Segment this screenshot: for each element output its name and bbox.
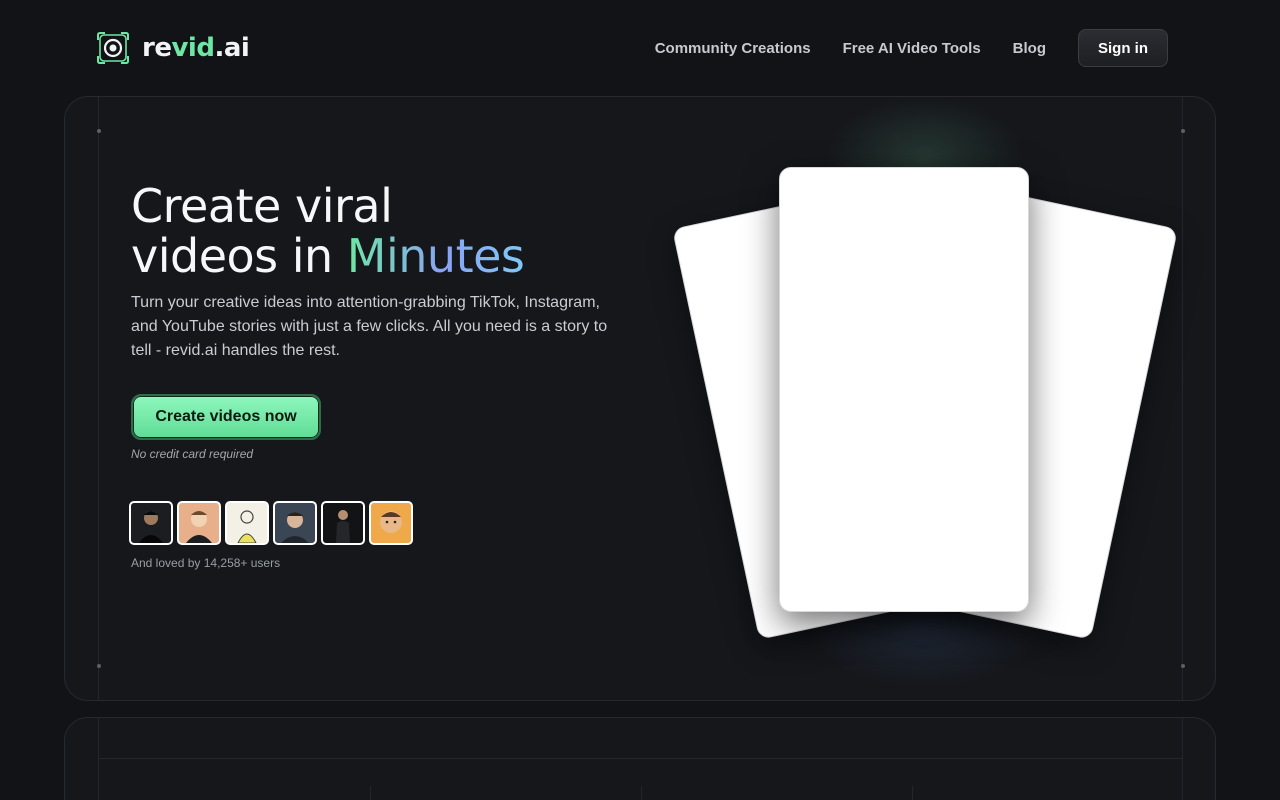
camera-eye-icon [96, 31, 130, 65]
brand-logo[interactable]: revid.ai [96, 30, 250, 66]
frame-guide-right [1182, 718, 1183, 800]
section-divider [98, 758, 1182, 759]
user-avatar-6 [369, 501, 413, 545]
frame-guide-left [98, 97, 99, 700]
corner-dot [1181, 129, 1185, 133]
user-avatar-3 [225, 501, 269, 545]
frame-guide-right [1182, 97, 1183, 700]
corner-dot [97, 664, 101, 668]
hero-section: Create viral videos in Minutes Turn your… [64, 96, 1216, 701]
site-header: revid.ai Community Creations Free AI Vid… [0, 0, 1280, 96]
video-preview-card-center[interactable] [779, 167, 1029, 612]
column-separator [370, 786, 371, 800]
no-credit-card-note: No credit card required [131, 447, 254, 461]
sign-in-button[interactable]: Sign in [1078, 29, 1168, 67]
user-avatar-4 [273, 501, 317, 545]
nav-link-blog[interactable]: Blog [1013, 40, 1046, 57]
column-separator [641, 786, 642, 800]
brand-name: revid.ai [142, 33, 250, 63]
user-avatar-1 [129, 501, 173, 545]
nav-link-free-ai-video-tools[interactable]: Free AI Video Tools [843, 40, 981, 57]
nav-link-community-creations[interactable]: Community Creations [655, 40, 811, 57]
user-avatar-5 [321, 501, 365, 545]
headline-highlight: Minutes [346, 229, 525, 283]
features-section [64, 717, 1216, 800]
create-videos-button[interactable]: Create videos now [131, 394, 321, 440]
corner-dot [1181, 664, 1185, 668]
headline-line-2-prefix: videos in [131, 229, 347, 283]
main-nav: Community Creations Free AI Video Tools … [655, 29, 1168, 67]
column-separator [912, 786, 913, 800]
hero-headline: Create viral videos in Minutes [131, 179, 525, 283]
corner-dot [97, 129, 101, 133]
user-avatars [129, 501, 413, 545]
loved-by-count: And loved by 14,258+ users [131, 556, 281, 570]
frame-guide-left [98, 718, 99, 800]
hero-subtitle: Turn your creative ideas into attention-… [131, 294, 608, 359]
user-avatar-2 [177, 501, 221, 545]
headline-line-1: Create viral [131, 179, 393, 233]
